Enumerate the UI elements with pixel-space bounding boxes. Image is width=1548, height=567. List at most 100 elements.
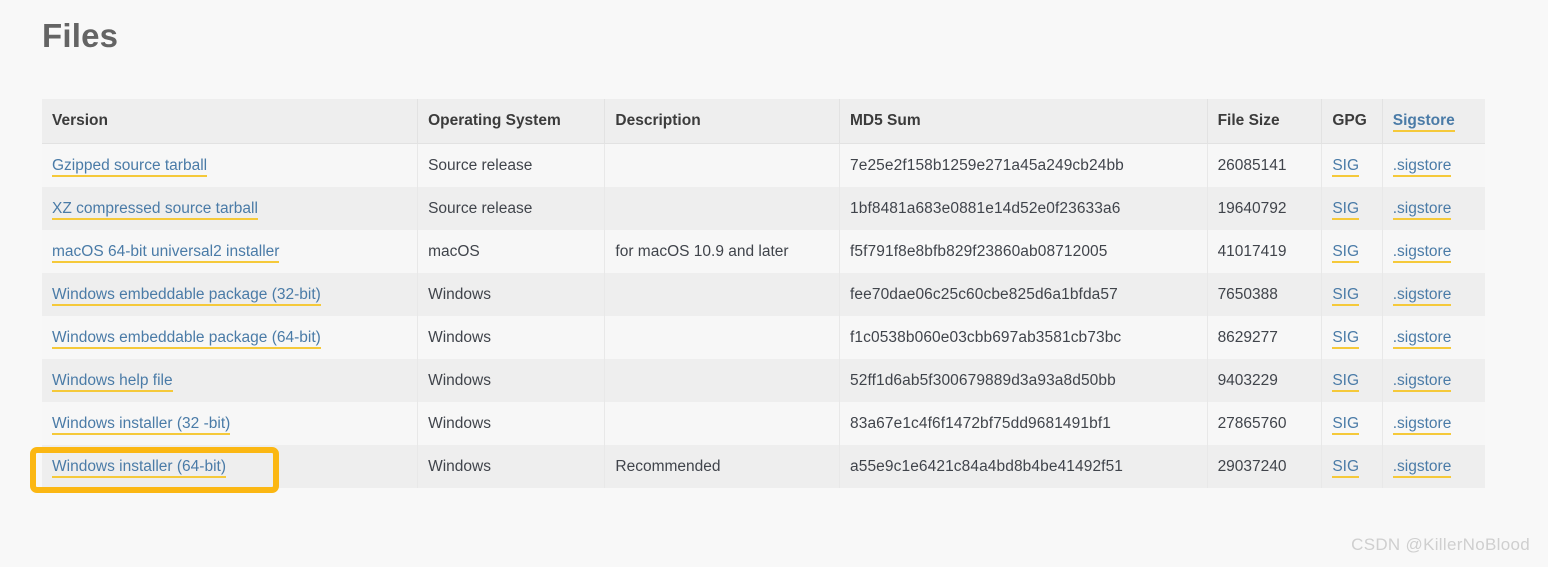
version-link[interactable]: Windows installer (32 -bit) bbox=[52, 414, 231, 435]
table-row: Windows help file Windows 52ff1d6ab5f30067… bbox=[42, 359, 1485, 402]
column-header-sigstore[interactable]: Sigstore bbox=[1382, 99, 1485, 144]
cell-description: Recommended bbox=[604, 445, 841, 488]
version-link[interactable]: Windows installer (64-bit) bbox=[52, 457, 226, 478]
cell-size: 19640792 bbox=[1207, 187, 1323, 230]
gpg-link[interactable]: SIG bbox=[1332, 285, 1360, 306]
gpg-link[interactable]: SIG bbox=[1332, 242, 1360, 263]
cell-gpg[interactable]: SIG bbox=[1321, 187, 1383, 230]
sigstore-link[interactable]: .sigstore bbox=[1392, 156, 1452, 177]
cell-gpg[interactable]: SIG bbox=[1321, 230, 1383, 273]
table-row: Windows embeddable package (64-bit) Windo… bbox=[42, 316, 1485, 359]
version-link[interactable]: Windows embeddable package (32-bit) bbox=[52, 285, 321, 306]
cell-sigstore[interactable]: .sigstore bbox=[1382, 143, 1485, 187]
cell-description bbox=[604, 187, 841, 230]
cell-version[interactable]: macOS 64-bit universal2 installer bbox=[42, 230, 419, 273]
page-title: Files bbox=[42, 17, 119, 54]
gpg-link[interactable]: SIG bbox=[1332, 457, 1360, 478]
cell-os: Windows bbox=[417, 402, 606, 445]
cell-size: 7650388 bbox=[1207, 273, 1323, 316]
files-table-head: Version Operating System Description MD5 Su… bbox=[42, 99, 1485, 144]
cell-size: 8629277 bbox=[1207, 316, 1323, 359]
cell-md5: 1bf8481a683e0881e14d52e0f23633a6 bbox=[839, 187, 1208, 230]
cell-os: Windows bbox=[417, 273, 606, 316]
cell-md5: 7e25e2f158b1259e271a45a249cb24bb bbox=[839, 143, 1208, 187]
sigstore-link[interactable]: .sigstore bbox=[1392, 457, 1452, 478]
cell-description: for macOS 10.9 and later bbox=[604, 230, 841, 273]
cell-version[interactable]: Windows help file bbox=[42, 359, 419, 402]
cell-description bbox=[604, 316, 841, 359]
cell-size: 29037240 bbox=[1207, 445, 1323, 488]
sigstore-link[interactable]: .sigstore bbox=[1392, 285, 1452, 306]
cell-md5: f5f791f8e8bfb829f23860ab08712005 bbox=[839, 230, 1208, 273]
cell-gpg[interactable]: SIG bbox=[1321, 445, 1383, 488]
cell-size: 41017419 bbox=[1207, 230, 1323, 273]
cell-sigstore[interactable]: .sigstore bbox=[1382, 445, 1485, 488]
gpg-link[interactable]: SIG bbox=[1332, 328, 1360, 349]
cell-gpg[interactable]: SIG bbox=[1321, 316, 1383, 359]
files-table-container: Version Operating System Description MD5 Su… bbox=[42, 99, 1485, 488]
cell-size: 9403229 bbox=[1207, 359, 1323, 402]
gpg-link[interactable]: SIG bbox=[1332, 371, 1360, 392]
cell-version[interactable]: Windows installer (32 -bit) bbox=[42, 402, 419, 445]
cell-md5: fee70dae06c25c60cbe825d6a1bfda57 bbox=[839, 273, 1208, 316]
cell-sigstore[interactable]: .sigstore bbox=[1382, 316, 1485, 359]
table-row: XZ compressed source tarball Source relea… bbox=[42, 187, 1485, 230]
cell-gpg[interactable]: SIG bbox=[1321, 402, 1383, 445]
version-link[interactable]: Windows embeddable package (64-bit) bbox=[52, 328, 321, 349]
version-link[interactable]: XZ compressed source tarball bbox=[52, 199, 258, 220]
cell-os: Windows bbox=[417, 316, 606, 359]
cell-os: Windows bbox=[417, 445, 606, 488]
cell-description bbox=[604, 359, 841, 402]
cell-version[interactable]: XZ compressed source tarball bbox=[42, 187, 419, 230]
version-link[interactable]: Gzipped source tarball bbox=[52, 156, 208, 177]
gpg-link[interactable]: SIG bbox=[1332, 199, 1360, 220]
cell-sigstore[interactable]: .sigstore bbox=[1382, 359, 1485, 402]
cell-size: 27865760 bbox=[1207, 402, 1323, 445]
cell-gpg[interactable]: SIG bbox=[1321, 273, 1383, 316]
cell-version[interactable]: Windows embeddable package (32-bit) bbox=[42, 273, 419, 316]
watermark-text: CSDN @KillerNoBlood bbox=[1351, 535, 1530, 554]
gpg-link[interactable]: SIG bbox=[1332, 414, 1360, 435]
cell-sigstore[interactable]: .sigstore bbox=[1382, 187, 1485, 230]
column-header-os: Operating System bbox=[417, 99, 606, 144]
sigstore-link[interactable]: .sigstore bbox=[1392, 371, 1452, 392]
table-row: Gzipped source tarball Source release 7e25… bbox=[42, 143, 1485, 187]
cell-version[interactable]: Gzipped source tarball bbox=[42, 143, 419, 187]
table-row: Windows installer (32 -bit) Windows 83a67e… bbox=[42, 402, 1485, 445]
cell-md5: f1c0538b060e03cbb697ab3581cb73bc bbox=[839, 316, 1208, 359]
sigstore-link[interactable]: .sigstore bbox=[1392, 328, 1452, 349]
column-header-description: Description bbox=[604, 99, 841, 144]
column-header-gpg: GPG bbox=[1321, 99, 1383, 144]
sigstore-link[interactable]: .sigstore bbox=[1392, 414, 1452, 435]
cell-description bbox=[604, 273, 841, 316]
cell-version[interactable]: Windows installer (64-bit) bbox=[42, 445, 419, 488]
version-link[interactable]: Windows help file bbox=[52, 371, 173, 392]
cell-sigstore[interactable]: .sigstore bbox=[1382, 402, 1485, 445]
cell-os: macOS bbox=[417, 230, 606, 273]
files-table-body: Gzipped source tarball Source release 7e25… bbox=[42, 143, 1485, 488]
column-header-md5: MD5 Sum bbox=[839, 99, 1208, 144]
sigstore-header-link[interactable]: Sigstore bbox=[1392, 112, 1455, 132]
cell-os: Source release bbox=[417, 143, 606, 187]
table-header-row: Version Operating System Description MD5 Su… bbox=[42, 99, 1485, 144]
table-row: Windows embeddable package (32-bit) Windo… bbox=[42, 273, 1485, 316]
column-header-size: File Size bbox=[1207, 99, 1323, 144]
cell-version[interactable]: Windows embeddable package (64-bit) bbox=[42, 316, 419, 359]
cell-os: Windows bbox=[417, 359, 606, 402]
version-link[interactable]: macOS 64-bit universal2 installer bbox=[52, 242, 280, 263]
table-row: Windows installer (64-bit) Windows Recomme… bbox=[42, 445, 1485, 488]
cell-md5: 52ff1d6ab5f300679889d3a93a8d50bb bbox=[839, 359, 1208, 402]
sigstore-link[interactable]: .sigstore bbox=[1392, 242, 1452, 263]
cell-gpg[interactable]: SIG bbox=[1321, 143, 1383, 187]
files-table: Version Operating System Description MD5 Su… bbox=[42, 99, 1485, 488]
files-page: Files Version Operating System Description… bbox=[0, 0, 1548, 567]
cell-size: 26085141 bbox=[1207, 143, 1323, 187]
cell-gpg[interactable]: SIG bbox=[1321, 359, 1383, 402]
cell-md5: a55e9c1e6421c84a4bd8b4be41492f51 bbox=[839, 445, 1208, 488]
cell-sigstore[interactable]: .sigstore bbox=[1382, 230, 1485, 273]
cell-sigstore[interactable]: .sigstore bbox=[1382, 273, 1485, 316]
cell-md5: 83a67e1c4f6f1472bf75dd9681491bf1 bbox=[839, 402, 1208, 445]
gpg-link[interactable]: SIG bbox=[1332, 156, 1360, 177]
cell-os: Source release bbox=[417, 187, 606, 230]
sigstore-link[interactable]: .sigstore bbox=[1392, 199, 1452, 220]
